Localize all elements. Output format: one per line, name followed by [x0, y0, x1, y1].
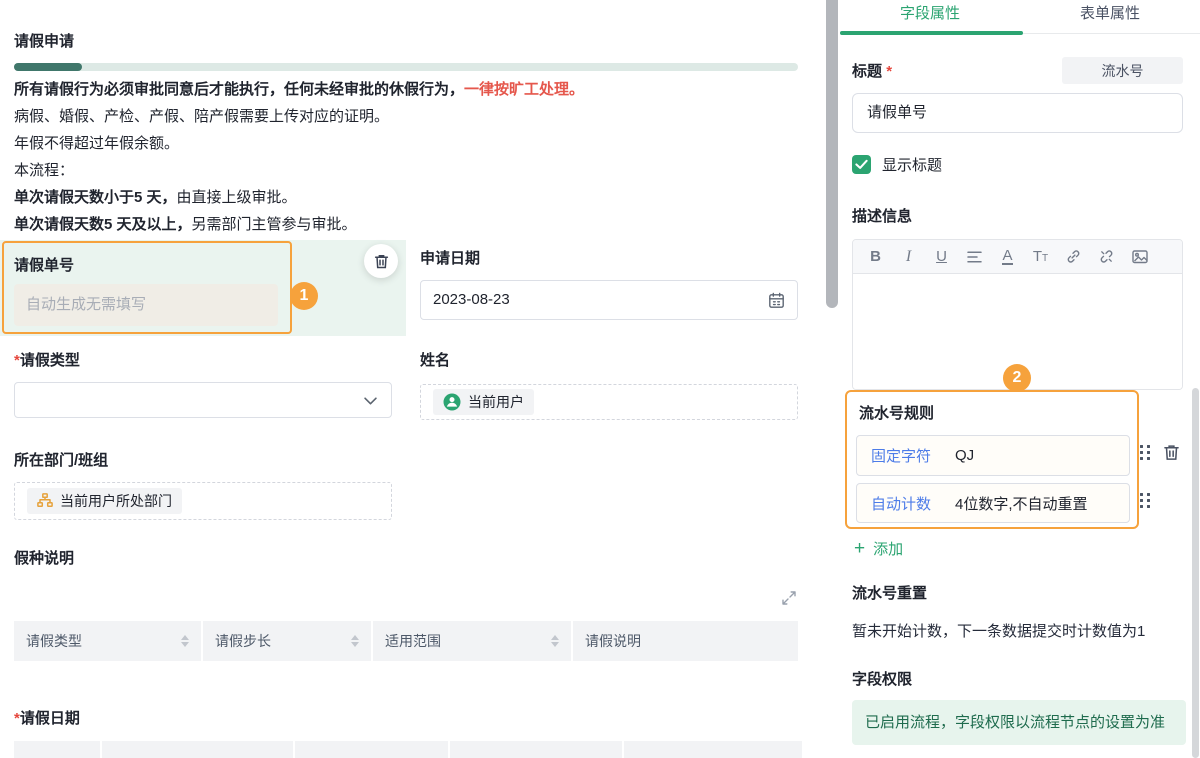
align-icon[interactable]: [958, 240, 991, 274]
form-title: 请假申请: [14, 30, 74, 51]
department-label: 所在部门/班组: [14, 449, 108, 470]
notice-line-5: 单次请假天数小于5 天，由直接上级审批。: [14, 184, 798, 211]
field-permission-label: 字段权限: [852, 668, 912, 689]
serial-rules-box: 流水号规则 固定字符 QJ 自动计数 4位数字,不自动重置: [845, 390, 1139, 529]
bold-icon[interactable]: B: [859, 240, 892, 274]
underline-icon[interactable]: U: [925, 240, 958, 274]
notice-text: 所有请假行为必须审批同意后才能执行，任何未经审批的休假行为，一律按旷工处理。 病…: [14, 76, 798, 238]
field-permission-info: 已启用流程，字段权限以流程节点的设置为准: [852, 700, 1186, 745]
leave-desc-label: 假种说明: [14, 547, 74, 568]
title-input[interactable]: 请假单号: [852, 93, 1183, 133]
leave-date-label: *请假日期: [14, 707, 80, 728]
description-label: 描述信息: [852, 205, 912, 226]
notice-line-6: 单次请假天数5 天及以上，另需部门主管参与审批。: [14, 211, 798, 238]
expand-icon[interactable]: [781, 590, 797, 606]
chevron-down-icon: [364, 397, 377, 405]
org-tree-icon: [37, 493, 53, 509]
rule-type-link[interactable]: 固定字符: [871, 445, 931, 466]
properties-panel: 字段属性 表单属性 标题 * 流水号 请假单号 显示标题 描述信息 B I U …: [840, 0, 1200, 758]
user-icon: [443, 393, 461, 411]
show-title-row: 显示标题: [852, 154, 942, 175]
selected-field-leave-no[interactable]: 请假单号 自动生成无需填写 1: [0, 240, 406, 336]
department-field[interactable]: 当前用户所处部门: [14, 482, 392, 520]
panel-scrollbar[interactable]: [1192, 388, 1199, 758]
font-color-icon[interactable]: A: [991, 240, 1024, 274]
sort-icon[interactable]: [551, 635, 559, 647]
notice-line-2: 病假、婚假、产检、产假、陪产假需要上传对应的证明。: [14, 103, 798, 130]
annotation-badge-2: 2: [1003, 364, 1031, 392]
column-header[interactable]: 适用范围: [373, 621, 571, 661]
editor-toolbar: B I U A TT: [853, 240, 1182, 274]
notice-line-3: 年假不得超过年假余额。: [14, 130, 798, 157]
leave-type-select[interactable]: [14, 382, 392, 418]
active-tab-indicator: [840, 31, 1023, 35]
panel-tabbar: 字段属性 表单属性: [840, 0, 1200, 35]
delete-field-button[interactable]: [364, 244, 398, 278]
title-label: 标题 *: [852, 60, 892, 81]
divider-progress-bar: [14, 63, 798, 71]
font-size-icon[interactable]: TT: [1024, 240, 1057, 274]
leave-date-table-header-partial: [14, 741, 802, 758]
serial-rule-row-counter[interactable]: 自动计数 4位数字,不自动重置: [856, 483, 1130, 523]
annotation-badge-1: 1: [290, 282, 318, 310]
serial-number-type-badge[interactable]: 流水号: [1062, 57, 1183, 84]
serial-reset-text: 暂未开始计数，下一条数据提交时计数值为1: [852, 620, 1145, 641]
rule-type-link[interactable]: 自动计数: [871, 493, 931, 514]
apply-date-label: 申请日期: [420, 247, 480, 268]
serial-rule-row-fixed[interactable]: 固定字符 QJ: [856, 435, 1130, 476]
leave-type-label: *请假类型: [14, 349, 80, 370]
name-field[interactable]: 当前用户: [420, 384, 798, 420]
column-header[interactable]: 请假说明: [573, 621, 798, 661]
canvas-scrollbar[interactable]: [826, 0, 838, 308]
title-input-value: 请假单号: [867, 104, 927, 121]
column-header[interactable]: 请假步长: [203, 621, 371, 661]
add-rule-button[interactable]: + 添加: [854, 538, 903, 559]
sort-icon[interactable]: [351, 635, 359, 647]
tab-form-properties[interactable]: 表单属性: [1020, 2, 1200, 23]
drag-handle-icon[interactable]: [1140, 445, 1150, 460]
plus-icon: +: [854, 541, 865, 556]
unlink-icon[interactable]: [1090, 240, 1123, 274]
check-icon: [855, 159, 868, 170]
trash-icon: [373, 253, 390, 270]
current-user-chip: 当前用户: [433, 389, 534, 415]
leave-desc-table-header: 请假类型 请假步长 适用范围 请假说明: [14, 621, 798, 661]
apply-date-input[interactable]: 2023-08-23: [420, 280, 798, 320]
delete-rule-icon[interactable]: [1162, 443, 1181, 462]
serial-rules-label: 流水号规则: [859, 402, 934, 423]
notice-warning-red: 一律按旷工处理。: [464, 81, 584, 98]
apply-date-value: 2023-08-23: [433, 291, 510, 308]
current-department-chip: 当前用户所处部门: [27, 488, 182, 514]
sort-icon[interactable]: [181, 635, 189, 647]
leave-no-input[interactable]: 自动生成无需填写: [14, 284, 278, 326]
notice-line-1: 所有请假行为必须审批同意后才能执行，任何未经审批的休假行为，一律按旷工处理。: [14, 76, 798, 103]
tab-field-properties[interactable]: 字段属性: [840, 2, 1020, 23]
drag-handle-icon[interactable]: [1140, 493, 1150, 508]
serial-reset-label: 流水号重置: [852, 582, 927, 603]
show-title-checkbox[interactable]: [852, 155, 871, 174]
image-icon[interactable]: [1123, 240, 1156, 274]
calendar-icon: [768, 292, 785, 309]
link-icon[interactable]: [1057, 240, 1090, 274]
italic-icon[interactable]: I: [892, 240, 925, 274]
show-title-label: 显示标题: [882, 154, 942, 175]
divider-progress-fill: [14, 63, 82, 71]
name-label: 姓名: [420, 349, 450, 370]
notice-line-4: 本流程：: [14, 157, 798, 184]
column-header[interactable]: 请假类型: [14, 621, 201, 661]
leave-no-label: 请假单号: [14, 254, 74, 275]
form-canvas: 请假申请 所有请假行为必须审批同意后才能执行，任何未经审批的休假行为，一律按旷工…: [0, 0, 830, 758]
